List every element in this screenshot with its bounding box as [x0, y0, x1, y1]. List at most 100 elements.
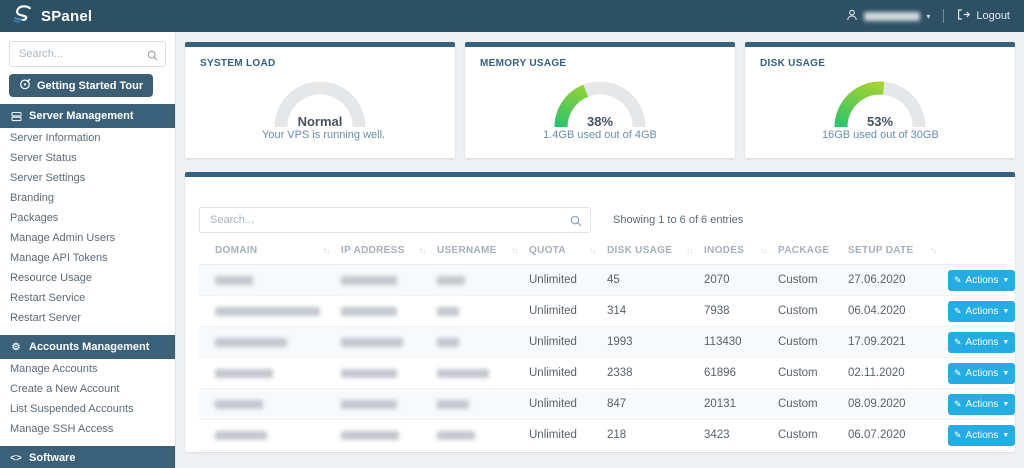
sidebar-nav: Server Management Server Information Serve… [0, 104, 175, 468]
cell-domain [215, 430, 341, 440]
column-header-ip-address[interactable]: IP ADDRESS ↑↓ [341, 245, 437, 256]
accounts-table-card: Showing 1 to 6 of 6 entries DOMAIN↑↓IP A… [185, 172, 1015, 452]
actions-button[interactable]: ✎ Actions ▼ [948, 362, 1015, 384]
table-search-input[interactable] [199, 207, 591, 233]
card-title: DISK USAGE [760, 58, 826, 69]
actions-button[interactable]: ✎ Actions ▼ [948, 424, 1015, 446]
sidebar-item-manage-ssh-access[interactable]: Manage SSH Access [0, 419, 175, 439]
cell-package: Custom [778, 274, 818, 286]
cell-package: Custom [778, 305, 818, 317]
sidebar-item-restart-server[interactable]: Restart Server [0, 308, 175, 328]
sort-icon[interactable]: ↑↓ [589, 246, 596, 255]
cell-username [437, 368, 529, 378]
cell-actions: ✎ Actions ▼ [948, 393, 1015, 415]
spanel-logo-icon [12, 4, 34, 28]
sidebar-item-create-a-new-account[interactable]: Create a New Account [0, 379, 175, 399]
username-redacted[interactable] [864, 11, 921, 21]
redacted-ip [341, 337, 403, 347]
cell-ip-address [341, 430, 437, 440]
chevron-down-icon[interactable]: ▾ [926, 12, 930, 21]
sort-icon[interactable]: ↑↓ [511, 246, 518, 255]
sidebar-item-resource-usage[interactable]: Resource Usage [0, 268, 175, 288]
sidebar-section-server-management[interactable]: Server Management [0, 104, 175, 128]
actions-button[interactable]: ✎ Actions ▼ [948, 269, 1015, 291]
main-content: SYSTEM LOAD Normal Your VPS is running w… [176, 32, 1024, 468]
status-cards-row: SYSTEM LOAD Normal Your VPS is running w… [185, 42, 1015, 158]
sidebar-item-server-settings[interactable]: Server Settings [0, 168, 175, 188]
cell-inodes: 7938 [704, 305, 730, 317]
redacted-username [437, 306, 459, 316]
sidebar-section-accounts-management[interactable]: ⚙ Accounts Management [0, 335, 175, 359]
redacted-domain [215, 306, 320, 316]
column-header-setup-date[interactable]: SETUP DATE ↑↓ [848, 245, 948, 256]
sidebar-item-manage-accounts[interactable]: Manage Accounts [0, 359, 175, 379]
sort-icon[interactable]: ↑↓ [323, 246, 330, 255]
sidebar-section-software[interactable]: <> Software [0, 446, 175, 468]
sidebar-item-manage-admin-users[interactable]: Manage Admin Users [0, 228, 175, 248]
cell-inodes: 2070 [704, 274, 730, 286]
cell-ip-address [341, 368, 437, 378]
gauge-subtext: 1.4GB used out of 4GB [543, 129, 657, 141]
cell-quota: Unlimited [529, 429, 577, 441]
cell-disk-usage: 45 [607, 274, 620, 286]
sidebar-item-branding[interactable]: Branding [0, 188, 175, 208]
usage-gauge: 53% 16GB used out of 30GB [822, 81, 939, 141]
cell-package: Custom [778, 398, 818, 410]
column-header-disk-usage[interactable]: DISK USAGE ↑↓ [607, 245, 704, 256]
edit-icon: ✎ [954, 367, 962, 378]
card-disk-usage: DISK USAGE 53% 16GB used out of 30GB [745, 42, 1015, 158]
sort-icon[interactable]: ↑↓ [686, 246, 693, 255]
actions-button[interactable]: ✎ Actions ▼ [948, 331, 1015, 353]
logout-icon [957, 9, 971, 23]
redacted-domain [215, 275, 253, 285]
column-header-quota[interactable]: QUOTA ↑↓ [529, 245, 607, 256]
table-search [199, 207, 591, 233]
logout-button[interactable]: Logout [976, 10, 1010, 22]
column-header-inodes[interactable]: INODES ↑↓ [704, 245, 778, 256]
gauge-subtext: Your VPS is running well. [262, 129, 386, 141]
cell-quota: Unlimited [529, 336, 577, 348]
user-icon [846, 9, 858, 24]
column-header-domain[interactable]: DOMAIN ↑↓ [215, 245, 341, 256]
redacted-ip [341, 306, 397, 316]
edit-icon: ✎ [954, 305, 962, 316]
brand[interactable]: SPanel [12, 4, 92, 28]
column-header-username[interactable]: USERNAME ↑↓ [437, 245, 529, 256]
edit-icon: ✎ [954, 336, 962, 347]
table-row: Unlimited 218 3423 Custom 06.07.2020 ✎ A… [199, 420, 1015, 451]
cell-disk-usage: 847 [607, 398, 627, 410]
gauge-value: 53% [866, 114, 894, 129]
sidebar-item-manage-api-tokens[interactable]: Manage API Tokens [0, 248, 175, 268]
sidebar-item-server-information[interactable]: Server Information [0, 128, 175, 148]
sort-icon[interactable]: ↑↓ [930, 246, 937, 255]
redacted-username [437, 275, 465, 285]
cell-domain [215, 306, 341, 316]
sidebar-item-restart-service[interactable]: Restart Service [0, 288, 175, 308]
redacted-domain [215, 368, 273, 378]
actions-button[interactable]: ✎ Actions ▼ [948, 300, 1015, 322]
sidebar-item-list-suspended-accounts[interactable]: List Suspended Accounts [0, 399, 175, 419]
sidebar-search-input[interactable] [9, 41, 166, 67]
cell-package: Custom [778, 429, 818, 441]
redacted-username [437, 368, 489, 378]
card-system-load: SYSTEM LOAD Normal Your VPS is running w… [185, 42, 455, 158]
redacted-ip [341, 430, 399, 440]
edit-icon: ✎ [954, 274, 962, 285]
sidebar-item-packages[interactable]: Packages [0, 208, 175, 228]
cell-ip-address [341, 275, 437, 285]
card-title: SYSTEM LOAD [200, 58, 276, 69]
cell-inodes: 61896 [704, 367, 736, 379]
redacted-ip [341, 368, 397, 378]
redacted-ip [341, 399, 397, 409]
getting-started-tour-button[interactable]: Getting Started Tour [9, 74, 154, 97]
sort-icon[interactable]: ↑↓ [760, 246, 767, 255]
redacted-domain [215, 337, 287, 347]
gear-icon: ⚙ [11, 341, 21, 353]
cell-quota: Unlimited [529, 274, 577, 286]
actions-button[interactable]: ✎ Actions ▼ [948, 393, 1015, 415]
cell-username [437, 337, 529, 347]
sort-icon[interactable]: ↑↓ [419, 246, 426, 255]
sidebar-item-server-status[interactable]: Server Status [0, 148, 175, 168]
table-row: Unlimited 314 7938 Custom 06.04.2020 ✎ A… [199, 296, 1015, 327]
card-memory-usage: MEMORY USAGE 38% 1.4GB used out of 4GB [465, 42, 735, 158]
